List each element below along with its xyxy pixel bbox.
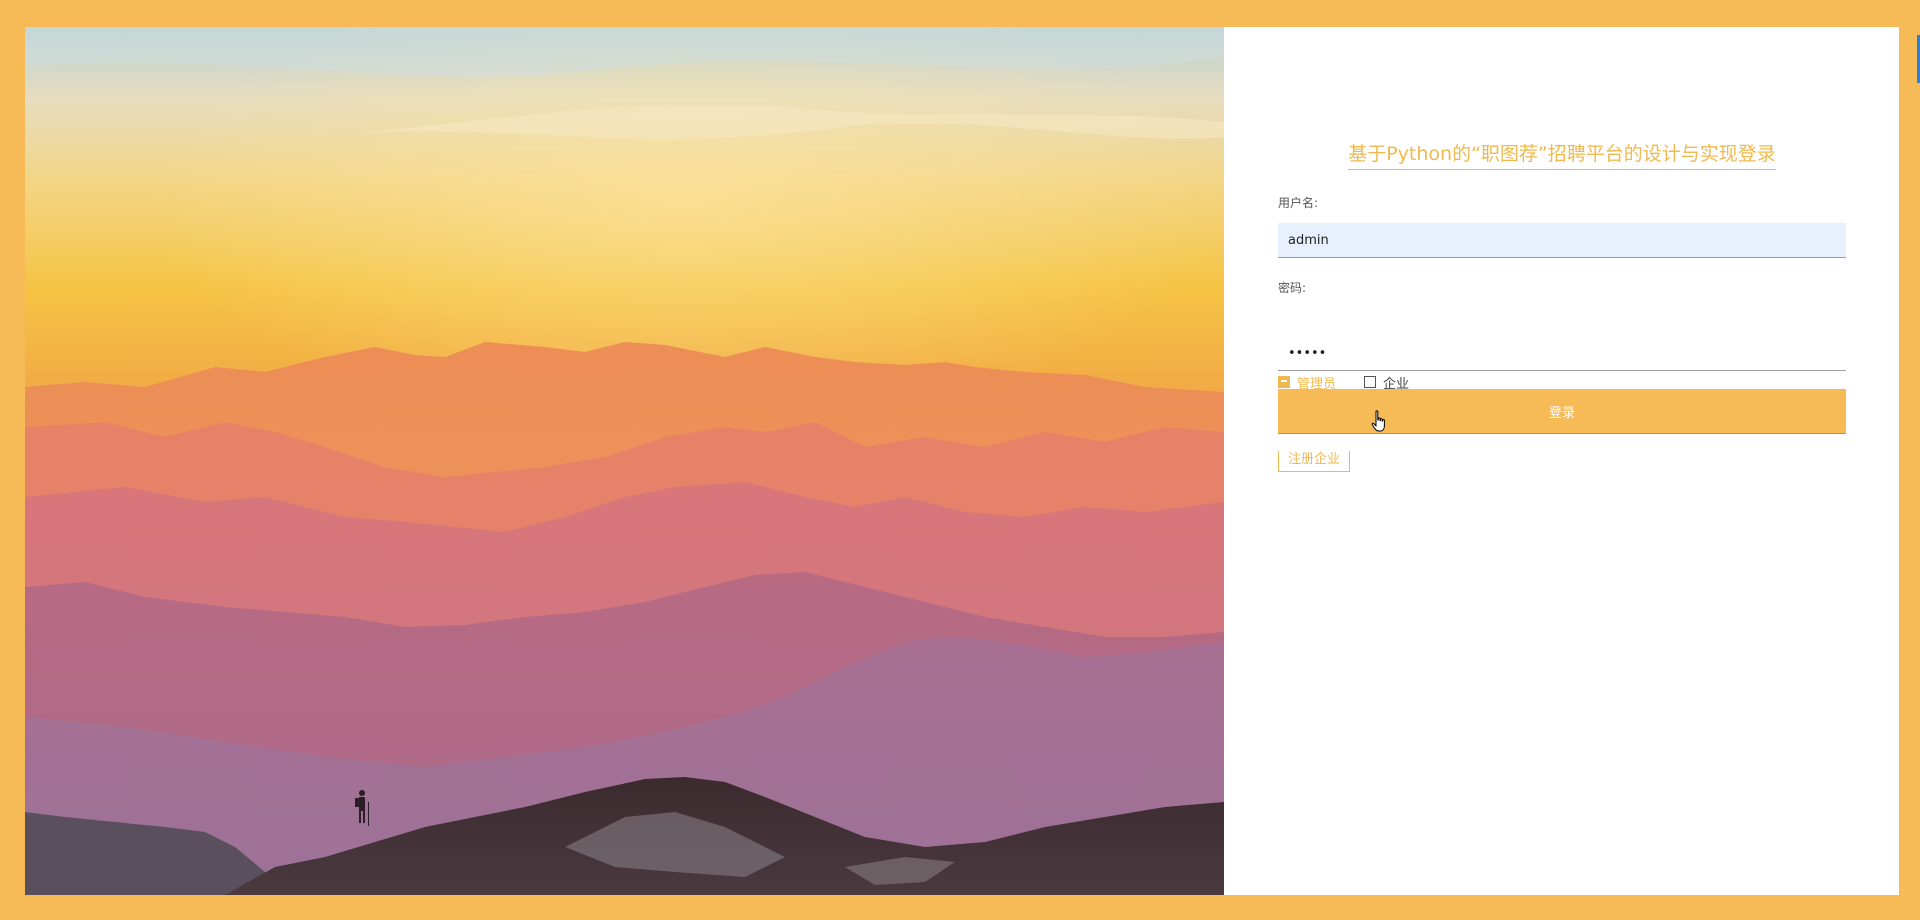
checkbox-checked-icon[interactable] <box>1278 376 1290 388</box>
register-company-link[interactable]: 注册企业 <box>1278 451 1351 472</box>
username-label: 用户名: <box>1278 196 1319 210</box>
login-panel: 基于Python的“职图荐”招聘平台的设计与实现登录 用户名: 密码: 管理员 … <box>1224 27 1899 895</box>
password-input[interactable] <box>1278 336 1846 371</box>
hero-landscape-image <box>25 27 1224 895</box>
checkbox-unchecked-icon[interactable] <box>1364 376 1377 388</box>
page-title: 基于Python的“职图荐”招聘平台的设计与实现登录 <box>1348 140 1776 170</box>
password-label: 密码: <box>1278 281 1307 295</box>
username-input[interactable] <box>1278 223 1846 258</box>
login-button[interactable]: 登录 <box>1278 389 1846 434</box>
title-wrap: 基于Python的“职图荐”招聘平台的设计与实现登录 <box>1278 140 1846 170</box>
page-frame: 基于Python的“职图荐”招聘平台的设计与实现登录 用户名: 密码: 管理员 … <box>25 27 1899 895</box>
